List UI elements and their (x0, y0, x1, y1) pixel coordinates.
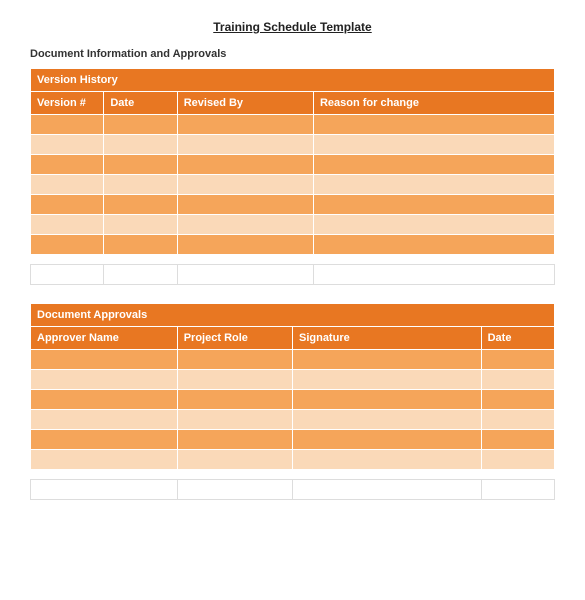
table-row (31, 410, 555, 430)
approvals-label: Document Approvals (31, 304, 555, 327)
table-row (31, 175, 555, 195)
approvals-col-headers: Approver Name Project Role Signature Dat… (31, 327, 555, 350)
table-row (31, 450, 555, 470)
spacer-row (31, 470, 555, 480)
spacer-row (31, 255, 555, 265)
table-row (31, 235, 555, 255)
table-row (31, 215, 555, 235)
vh-col-date: Date (104, 92, 177, 115)
table-row (31, 135, 555, 155)
version-history-label: Version History (31, 69, 555, 92)
document-approvals-table: Document Approvals Approver Name Project… (30, 303, 555, 500)
table-row (31, 265, 555, 285)
table-row (31, 430, 555, 450)
ap-col-date: Date (481, 327, 554, 350)
ap-col-role: Project Role (177, 327, 292, 350)
vh-col-revised: Revised By (177, 92, 313, 115)
vh-col-version: Version # (31, 92, 104, 115)
table-row (31, 195, 555, 215)
doc-info-label: Document Information and Approvals (30, 48, 555, 60)
version-history-header-row: Version History (31, 69, 555, 92)
vh-col-reason: Reason for change (313, 92, 554, 115)
ap-col-name: Approver Name (31, 327, 178, 350)
table-row (31, 155, 555, 175)
table-row (31, 350, 555, 370)
approvals-header-row: Document Approvals (31, 304, 555, 327)
page-title: Training Schedule Template (30, 20, 555, 34)
document-approvals-section: Document Approvals Approver Name Project… (30, 303, 555, 500)
version-history-table: Version History Version # Date Revised B… (30, 68, 555, 285)
version-history-col-headers: Version # Date Revised By Reason for cha… (31, 92, 555, 115)
table-row (31, 390, 555, 410)
table-row (31, 115, 555, 135)
table-row (31, 480, 555, 500)
version-history-section: Version History Version # Date Revised B… (30, 68, 555, 285)
ap-col-sig: Signature (292, 327, 481, 350)
table-row (31, 370, 555, 390)
